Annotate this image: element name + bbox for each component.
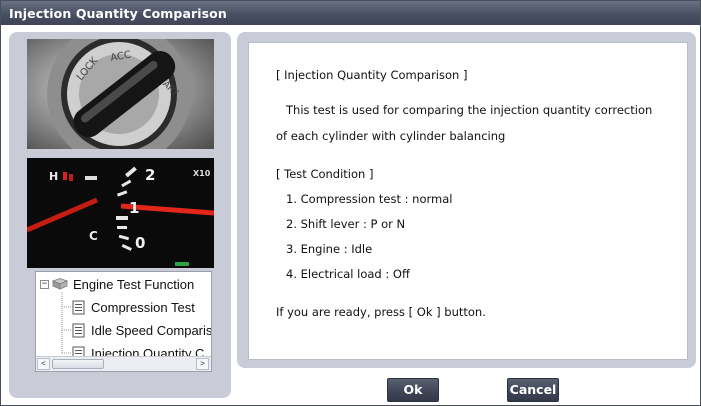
tree-item-idle-speed-comparison[interactable]: Idle Speed Comparis xyxy=(72,320,212,340)
instructions-panel: [ Injection Quantity Comparison ] This t… xyxy=(248,42,688,360)
condition-2: 2. Shift lever : P or N xyxy=(286,217,406,231)
condition-4: 4. Electrical load : Off xyxy=(286,267,410,281)
document-icon xyxy=(72,323,85,337)
tree-item-compression-test[interactable]: Compression Test xyxy=(72,297,195,317)
gauge-label-h: H xyxy=(49,170,58,183)
description-line-2: of each cylinder with cylinder balancing xyxy=(276,129,506,143)
folder-icon xyxy=(52,278,68,290)
content-heading: [ Injection Quantity Comparison ] xyxy=(276,68,468,82)
document-icon xyxy=(72,300,85,314)
test-function-tree[interactable]: − Engine Test Function Compression Test xyxy=(35,271,212,372)
horizontal-scrollbar[interactable]: < > xyxy=(36,356,211,371)
scroll-left-icon[interactable]: < xyxy=(37,358,50,370)
tree-node-label: Engine Test Function xyxy=(73,276,195,292)
cancel-button[interactable]: Cancel xyxy=(507,378,559,402)
ignition-key-image: LOCK ACC START xyxy=(27,39,214,149)
tree-node-engine-test-function[interactable]: − Engine Test Function xyxy=(40,274,194,294)
gauge-label-c: C xyxy=(89,229,98,243)
gauge-label-1: 1 xyxy=(129,199,139,217)
scrollbar-thumb[interactable] xyxy=(52,359,104,369)
test-condition-heading: [ Test Condition ] xyxy=(276,167,374,181)
condition-3: 3. Engine : Idle xyxy=(286,242,373,256)
collapse-icon[interactable]: − xyxy=(40,279,49,289)
ready-prompt: If you are ready, press [ Ok ] button. xyxy=(276,305,486,319)
tree-item-label: Compression Test xyxy=(91,299,195,315)
window-title: Injection Quantity Comparison xyxy=(1,1,700,25)
gauge-label-0: 0 xyxy=(135,234,145,252)
ok-button[interactable]: Ok xyxy=(387,378,439,402)
gauge-label-2: 2 xyxy=(145,166,155,184)
gauge-label-x10: X10 xyxy=(193,169,211,178)
description-line-1: This test is used for comparing the inje… xyxy=(286,103,653,117)
gauge-image: H C 2 1 0 X10 xyxy=(27,158,214,268)
scroll-right-icon[interactable]: > xyxy=(196,358,209,370)
condition-1: 1. Compression test : normal xyxy=(286,192,453,206)
tree-item-label: Idle Speed Comparis xyxy=(91,322,212,338)
dialog-window: Injection Quantity Comparison LOCK ACC S… xyxy=(0,0,701,406)
